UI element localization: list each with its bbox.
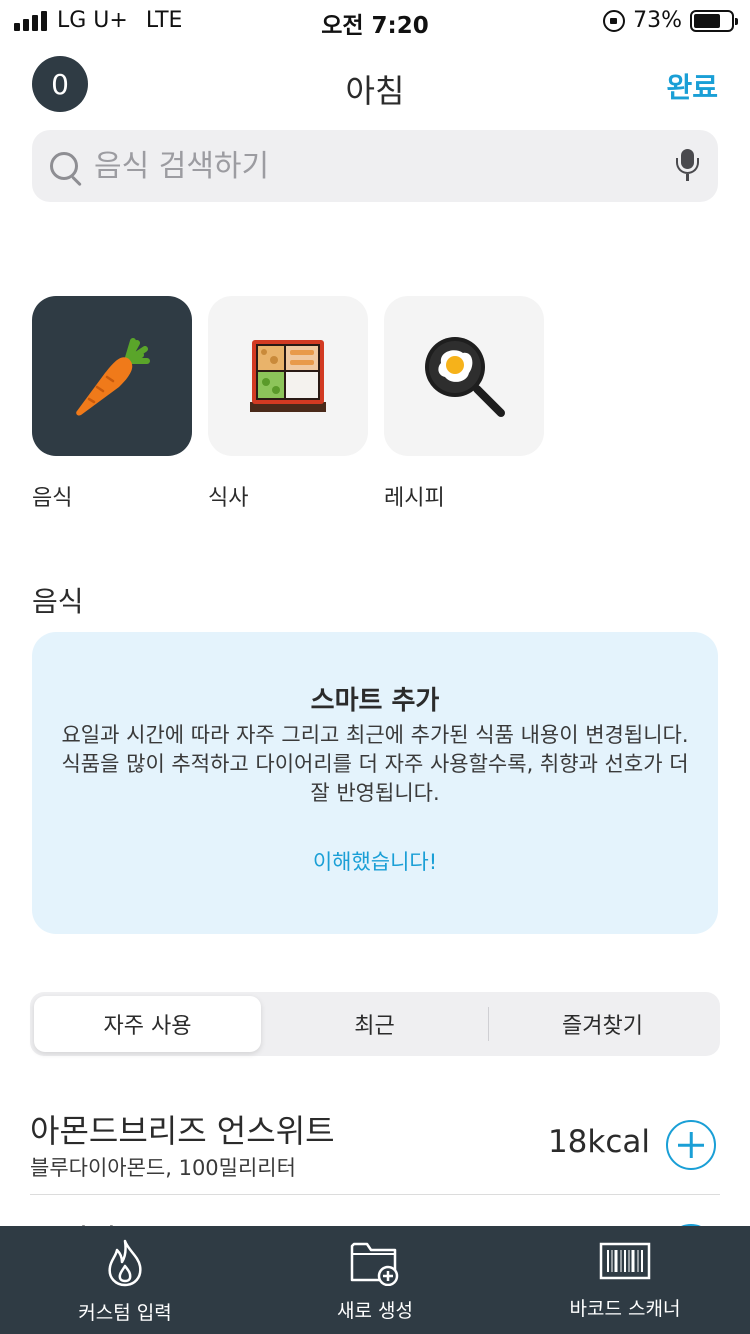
food-tab-control: 자주 사용 최근 즐겨찾기 (30, 992, 720, 1056)
search-icon (50, 152, 78, 180)
bento-box-icon (250, 340, 326, 412)
food-calories: 18kcal (547, 1124, 650, 1160)
add-food-button[interactable] (666, 1120, 716, 1170)
bottom-toolbar: 커스텀 입력 새로 생성 바코드 스캐너 (0, 1226, 750, 1334)
food-name: 아몬드브리즈 언스위트 (30, 1112, 335, 1150)
battery-icon (690, 9, 738, 32)
list-item[interactable]: 아몬드브리즈 언스위트 블루다이아몬드, 100밀리리터 18kcal (30, 1100, 720, 1195)
category-label: 음식 (32, 486, 73, 511)
category-label: 식사 (208, 486, 249, 511)
rotation-lock-icon (603, 9, 626, 32)
tab-favorites[interactable]: 즐겨찾기 (489, 996, 716, 1052)
search-input[interactable] (94, 148, 676, 184)
tab-recent[interactable]: 최근 (261, 996, 488, 1052)
search-bar[interactable] (32, 130, 718, 202)
category-recipe-tile[interactable] (384, 296, 544, 456)
smart-add-card: 스마트 추가 요일과 시간에 따라 자주 그리고 최근에 추가된 식품 내용이 … (32, 632, 718, 934)
create-new-button[interactable]: 새로 생성 (250, 1226, 500, 1334)
category-food[interactable]: 음식 (32, 296, 192, 512)
category-meal[interactable]: 식사 (208, 296, 368, 512)
smart-add-body: 요일과 시간에 따라 자주 그리고 최근에 추가된 식품 내용이 변경됩니다. … (61, 723, 689, 805)
smart-add-title: 스마트 추가 (310, 686, 440, 716)
category-label: 레시피 (384, 486, 445, 511)
acknowledge-button[interactable]: 이해했습니다! (313, 846, 437, 876)
status-right: 73% (603, 8, 738, 33)
status-bar: LG U+ LTE 오전 7:20 73% (0, 0, 750, 40)
frying-pan-egg-icon (425, 337, 505, 417)
done-button[interactable]: 완료 (666, 66, 718, 106)
folder-add-icon (350, 1242, 399, 1286)
page-title: 아침 (345, 72, 405, 110)
barcode-icon (599, 1242, 651, 1280)
category-recipe[interactable]: 레시피 (384, 296, 544, 512)
barcode-scanner-button[interactable]: 바코드 스캐너 (500, 1226, 750, 1334)
create-new-label: 새로 생성 (337, 1300, 413, 1322)
microphone-icon[interactable] (676, 149, 700, 183)
carrot-icon (76, 338, 150, 416)
tab-frequent[interactable]: 자주 사용 (34, 996, 261, 1052)
category-meal-tile[interactable] (208, 296, 368, 456)
flame-icon (108, 1239, 142, 1287)
category-food-tile[interactable] (32, 296, 192, 456)
custom-entry-label: 커스텀 입력 (78, 1302, 172, 1324)
battery-percent: 73% (633, 8, 682, 33)
barcode-scanner-label: 바코드 스캐너 (569, 1298, 681, 1320)
custom-entry-button[interactable]: 커스텀 입력 (0, 1226, 250, 1334)
food-detail: 블루다이아몬드, 100밀리리터 (30, 1156, 296, 1180)
section-title: 음식 (32, 585, 84, 618)
